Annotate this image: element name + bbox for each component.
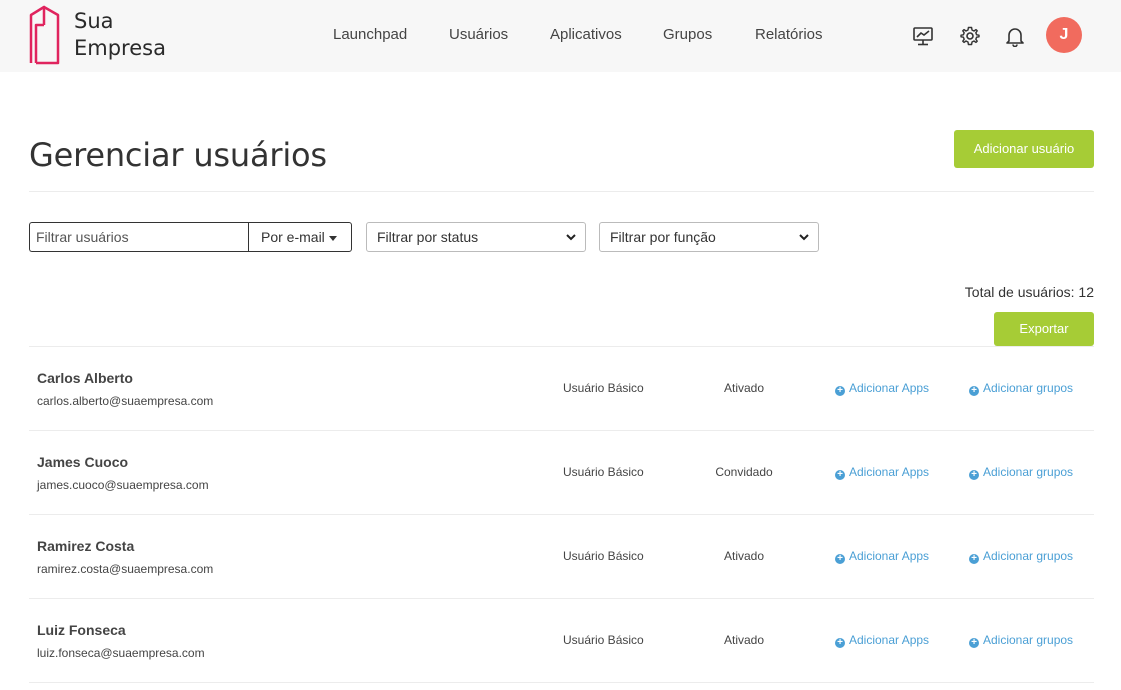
add-apps-label: Adicionar Apps	[849, 633, 930, 647]
top-navigation-bar: Sua Empresa Launchpad Usuários Aplicativ…	[0, 0, 1121, 72]
caret-down-icon	[328, 235, 337, 241]
table-row: Ramirez Costa ramirez.costa@suaempresa.c…	[29, 514, 1094, 598]
house-logo-icon	[29, 5, 60, 65]
gear-icon[interactable]	[959, 25, 981, 47]
add-groups-link[interactable]: + Adicionar grupos	[969, 381, 1073, 396]
add-groups-label: Adicionar grupos	[983, 549, 1074, 563]
add-groups-link[interactable]: + Adicionar grupos	[969, 549, 1073, 564]
chevron-down-icon	[799, 234, 809, 241]
table-row: Luiz Fonseca luiz.fonseca@suaempresa.com…	[29, 598, 1094, 682]
logo-text: Sua Empresa	[74, 8, 166, 62]
user-role: Usuário Básico	[563, 633, 644, 647]
user-role: Usuário Básico	[563, 465, 644, 479]
plus-circle-icon: +	[969, 554, 979, 564]
total-users-count: Total de usuários: 12	[964, 284, 1094, 300]
nav-item-relatorios[interactable]: Relatórios	[755, 26, 823, 43]
role-filter-label: Filtrar por função	[610, 229, 716, 245]
add-groups-label: Adicionar grupos	[983, 633, 1074, 647]
add-apps-link[interactable]: + Adicionar Apps	[835, 381, 929, 396]
user-name[interactable]: James Cuoco	[37, 454, 128, 470]
user-email: james.cuoco@suaempresa.com	[37, 478, 209, 492]
filter-users-input[interactable]	[29, 222, 249, 252]
add-groups-link[interactable]: + Adicionar grupos	[969, 633, 1073, 648]
filter-by-label: Por e-mail	[261, 229, 325, 245]
bell-icon[interactable]	[1004, 25, 1026, 48]
add-groups-label: Adicionar grupos	[983, 381, 1074, 395]
user-status: Ativado	[723, 633, 765, 647]
nav-item-launchpad[interactable]: Launchpad	[333, 26, 407, 43]
nav-item-grupos[interactable]: Grupos	[663, 26, 712, 43]
user-status: Ativado	[723, 549, 765, 563]
filter-by-dropdown[interactable]: Por e-mail	[248, 222, 352, 252]
export-button[interactable]: Exportar	[994, 312, 1094, 346]
user-role: Usuário Básico	[563, 381, 644, 395]
user-role: Usuário Básico	[563, 549, 644, 563]
user-name[interactable]: Luiz Fonseca	[37, 622, 126, 638]
user-name[interactable]: Carlos Alberto	[37, 370, 133, 386]
table-row: James Cuoco james.cuoco@suaempresa.com U…	[29, 430, 1094, 514]
logo-line-2: Empresa	[74, 36, 166, 60]
nav-item-aplicativos[interactable]: Aplicativos	[550, 26, 622, 43]
table-bottom-divider	[29, 682, 1094, 683]
header-divider	[29, 191, 1094, 192]
user-email: carlos.alberto@suaempresa.com	[37, 394, 214, 408]
add-apps-link[interactable]: + Adicionar Apps	[835, 549, 929, 564]
plus-circle-icon: +	[969, 386, 979, 396]
add-apps-link[interactable]: + Adicionar Apps	[835, 633, 929, 648]
add-apps-link[interactable]: + Adicionar Apps	[835, 465, 929, 480]
user-name[interactable]: Ramirez Costa	[37, 538, 134, 554]
plus-circle-icon: +	[835, 554, 845, 564]
add-apps-label: Adicionar Apps	[849, 549, 930, 563]
monitor-chart-icon[interactable]	[912, 25, 934, 47]
company-logo[interactable]: Sua Empresa	[28, 5, 188, 67]
status-filter-label: Filtrar por status	[377, 229, 479, 245]
user-email: luiz.fonseca@suaempresa.com	[37, 646, 205, 660]
page-title: Gerenciar usuários	[29, 136, 327, 174]
user-status: Ativado	[723, 381, 765, 395]
user-avatar[interactable]: J	[1046, 17, 1082, 53]
plus-circle-icon: +	[835, 386, 845, 396]
add-groups-label: Adicionar grupos	[983, 465, 1074, 479]
add-groups-link[interactable]: + Adicionar grupos	[969, 465, 1073, 480]
nav-item-usuarios[interactable]: Usuários	[449, 26, 508, 43]
status-filter-select[interactable]: Filtrar por status	[366, 222, 586, 252]
add-apps-label: Adicionar Apps	[849, 465, 930, 479]
chevron-down-icon	[566, 234, 576, 241]
plus-circle-icon: +	[835, 470, 845, 480]
plus-circle-icon: +	[969, 470, 979, 480]
plus-circle-icon: +	[835, 638, 845, 648]
plus-circle-icon: +	[969, 638, 979, 648]
table-row: Carlos Alberto carlos.alberto@suaempresa…	[29, 346, 1094, 430]
user-status: Convidado	[715, 465, 773, 479]
logo-line-1: Sua	[74, 9, 114, 33]
add-apps-label: Adicionar Apps	[849, 381, 930, 395]
role-filter-select[interactable]: Filtrar por função	[599, 222, 819, 252]
user-email: ramirez.costa@suaempresa.com	[37, 562, 214, 576]
add-user-button[interactable]: Adicionar usuário	[954, 130, 1094, 168]
